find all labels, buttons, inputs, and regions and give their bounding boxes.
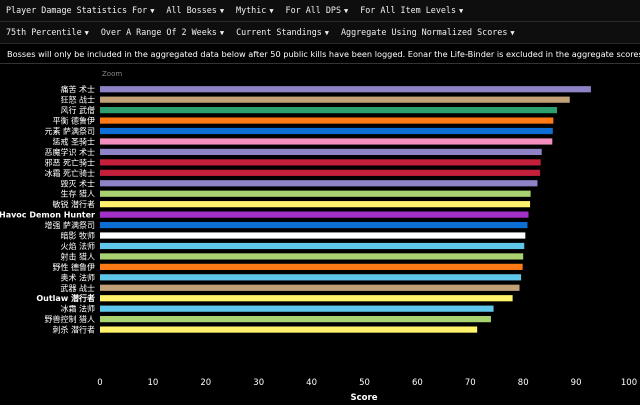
bar[interactable] xyxy=(100,284,520,291)
bar[interactable] xyxy=(100,148,542,156)
category-label: 元素 萨满祭司 xyxy=(44,126,95,136)
bar[interactable] xyxy=(100,201,531,208)
x-tick-label: 70 xyxy=(465,378,476,388)
caret-down-icon: ▼ xyxy=(150,7,155,15)
caret-down-icon: ▼ xyxy=(84,29,89,37)
category-label: 邪恶 死亡骑士 xyxy=(44,157,95,167)
filter-label: Over A Range Of 2 Weeks xyxy=(100,27,217,37)
bar[interactable] xyxy=(100,117,554,124)
category-label: 冰霜 法师 xyxy=(60,304,95,314)
category-label: 火焰 法师 xyxy=(60,241,95,251)
filter-aggregate[interactable]: Aggregate Using Normalized Scores ▼ xyxy=(335,22,521,43)
caret-down-icon: ▼ xyxy=(344,7,349,15)
bar[interactable] xyxy=(100,211,529,218)
x-tick-label: 20 xyxy=(200,378,211,388)
bar[interactable] xyxy=(100,159,541,166)
caret-down-icon: ▼ xyxy=(219,7,225,15)
category-label: 敏锐 潜行者 xyxy=(52,199,95,209)
category-label: 平衡 德鲁伊 xyxy=(52,116,95,126)
filter-bosses[interactable]: All Bosses ▼ xyxy=(160,0,230,21)
category-label: 射击 猎人 xyxy=(60,251,95,261)
filter-time-range[interactable]: Over A Range Of 2 Weeks ▼ xyxy=(95,22,230,43)
x-tick-label: 10 xyxy=(147,378,158,388)
filter-label: Current Standings xyxy=(236,27,322,37)
filter-label: Aggregate Using Normalized Scores xyxy=(341,27,508,37)
category-label: 冰霜 死亡骑士 xyxy=(44,168,95,178)
category-label: 奥术 法师 xyxy=(60,272,95,282)
caret-down-icon: ▼ xyxy=(269,7,274,15)
bar[interactable] xyxy=(100,232,526,239)
bar[interactable] xyxy=(100,86,591,93)
category-label: 生存 猎人 xyxy=(60,189,95,199)
filter-bar-secondary: 75th Percentile ▼ Over A Range Of 2 Weeks ▼… xyxy=(0,22,640,44)
filter-label: All Bosses xyxy=(166,5,217,15)
x-tick-label: 40 xyxy=(306,378,317,388)
category-label: 增强 萨满祭司 xyxy=(44,220,95,230)
x-tick-label: 90 xyxy=(571,378,582,388)
x-tick-label: 0 xyxy=(97,378,102,388)
bar[interactable] xyxy=(100,127,553,135)
filter-standings[interactable]: Current Standings ▼ xyxy=(230,22,335,43)
bar[interactable] xyxy=(100,326,478,333)
bar[interactable] xyxy=(100,107,558,114)
filter-role[interactable]: For All DPS ▼ xyxy=(280,0,355,21)
bar[interactable] xyxy=(100,305,494,312)
filter-bar-primary: Player Damage Statistics For ▼ All Bosses ▼… xyxy=(0,0,640,22)
x-tick-label: 80 xyxy=(518,378,529,388)
bar[interactable] xyxy=(100,180,538,187)
score-bar-chart: Zoom 痛苦 术士狂怒 战士风行 武僧平衡 德鲁伊元素 萨满祭司惩戒 圣骑士恶… xyxy=(0,70,637,403)
bar[interactable] xyxy=(100,190,531,197)
filter-label: For All DPS xyxy=(285,5,341,15)
bar[interactable] xyxy=(100,169,541,176)
bar[interactable] xyxy=(100,253,524,260)
category-label: Havoc Demon Hunter xyxy=(0,211,95,220)
x-tick-label: 50 xyxy=(359,378,370,388)
zoom-label[interactable]: Zoom xyxy=(102,70,122,78)
category-label: 惩戒 圣骑士 xyxy=(52,136,95,146)
bar[interactable] xyxy=(100,242,525,250)
category-label: 恶魔学识 术士 xyxy=(44,147,95,157)
filter-difficulty[interactable]: Mythic ▼ xyxy=(230,0,279,21)
caret-down-icon: ▼ xyxy=(459,7,464,15)
filter-label: Mythic xyxy=(236,5,267,15)
x-tick-label: 100 xyxy=(621,378,637,388)
filter-item-level[interactable]: For All Item Levels ▼ xyxy=(354,0,469,21)
category-label: 刺杀 潜行者 xyxy=(52,325,95,335)
bar[interactable] xyxy=(100,96,570,103)
category-label: 风行 武僧 xyxy=(60,105,95,115)
filter-label: Player Damage Statistics For xyxy=(6,5,148,15)
category-label: 痛苦 术士 xyxy=(60,84,95,94)
bar[interactable] xyxy=(100,295,513,302)
category-label: 野性 德鲁伊 xyxy=(52,262,95,272)
x-tick-label: 60 xyxy=(412,378,423,388)
filter-label: For All Item Levels xyxy=(360,5,457,15)
category-label: 暗影 牧师 xyxy=(60,231,95,241)
filter-statistics-type[interactable]: Player Damage Statistics For ▼ xyxy=(0,0,160,21)
x-tick-label: 30 xyxy=(253,378,264,388)
filter-label: 75th Percentile xyxy=(6,27,82,37)
bar[interactable] xyxy=(100,316,491,323)
notice-banner: Bosses will only be included in the aggr… xyxy=(0,44,640,64)
caret-down-icon: ▼ xyxy=(510,29,515,37)
caret-down-icon: ▼ xyxy=(219,29,225,37)
caret-down-icon: ▼ xyxy=(324,29,329,37)
bar[interactable] xyxy=(100,263,523,270)
bar[interactable] xyxy=(100,274,522,281)
category-label: 毁灭 术士 xyxy=(60,178,95,188)
filter-percentile[interactable]: 75th Percentile ▼ xyxy=(0,22,95,43)
category-label: 武器 战士 xyxy=(60,283,95,293)
category-label: 狂怒 战士 xyxy=(60,95,95,105)
category-label: Outlaw 潜行者 xyxy=(36,293,95,303)
x-axis-title: Score xyxy=(351,393,378,403)
bar[interactable] xyxy=(100,138,553,145)
bar[interactable] xyxy=(100,221,528,229)
category-label: 野兽控制 猎人 xyxy=(44,314,95,324)
